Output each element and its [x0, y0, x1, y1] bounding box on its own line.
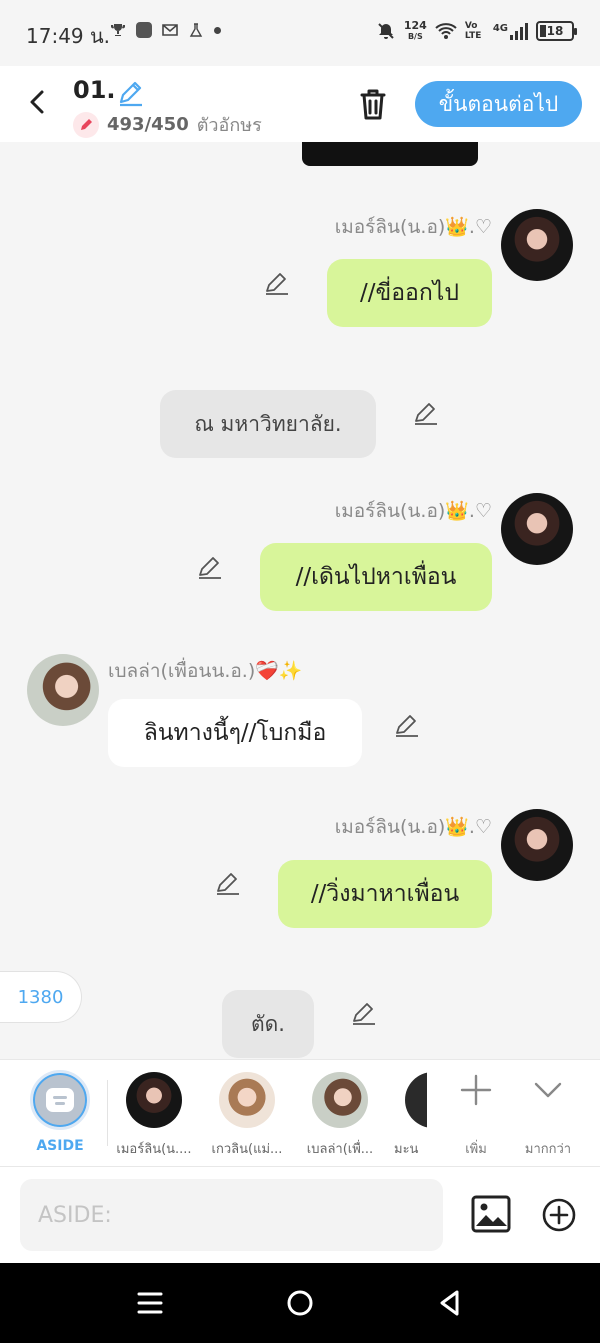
message-sender: เบลล่า(เพื่อนน.อ.)❤️‍🩹✨ [108, 660, 303, 682]
character-label: เกวลิน(แม่... [211, 1142, 283, 1157]
signal-bar [515, 30, 518, 40]
notification-icons [110, 22, 221, 38]
message-sender: เมอร์ลิน(น.อ)👑.♡ [334, 500, 492, 522]
narration-bubble[interactable]: ตัด. [222, 990, 314, 1058]
app-header: 01. 493/450 ตัวอักษร ขั้นตอนต่อไป [0, 66, 600, 142]
avatar[interactable] [501, 809, 573, 881]
edit-message-icon[interactable] [412, 399, 440, 427]
edit-message-icon[interactable] [214, 869, 242, 897]
edit-message-icon[interactable] [393, 711, 421, 739]
divider [107, 1080, 108, 1146]
char-unit: ตัวอักษร [196, 115, 262, 136]
status-bar: 17:49 น. 124 B/S Vo LTE 4G 18 [0, 0, 600, 66]
flask-icon [189, 23, 203, 37]
signal-bar [525, 22, 528, 40]
character-avatar[interactable] [405, 1072, 427, 1128]
character-label: มะน [394, 1142, 419, 1157]
system-nav-bar [0, 1263, 600, 1343]
system-indicators: 124 B/S Vo LTE 4G 18 [376, 19, 577, 42]
volte-indicator: Vo LTE [464, 21, 482, 41]
next-step-button[interactable]: ขั้นตอนต่อไป [415, 81, 582, 127]
avatar[interactable] [27, 654, 99, 726]
previous-image-card[interactable] [302, 142, 478, 166]
edit-message-icon[interactable] [263, 269, 291, 297]
aside-label: ASIDE [36, 1138, 84, 1154]
chat-area[interactable]: เมอร์ลิน(น.อ)👑.♡ //ขี่ออกไป ณ มหาวิทยาลั… [0, 142, 600, 1059]
avatar[interactable] [501, 493, 573, 565]
battery-indicator: 18 [536, 21, 577, 41]
gmail-icon [162, 24, 178, 36]
message-sender: เมอร์ลิน(น.อ)👑.♡ [334, 816, 492, 838]
message-input[interactable] [20, 1179, 443, 1251]
message-bubble[interactable]: //เดินไปหาเพื่อน [260, 543, 492, 611]
message-bubble[interactable]: //วิ่งมาหาเพื่อน [278, 860, 492, 928]
character-selector: ASIDE เมอร์ลิน(น.... เกวลิน(แม่... เบลล่… [0, 1059, 600, 1167]
signal-bar [520, 26, 523, 40]
edit-title-icon[interactable] [116, 78, 146, 108]
chevron-down-icon[interactable] [528, 1070, 568, 1110]
character-avatar[interactable] [126, 1072, 182, 1128]
trophy-icon [111, 24, 125, 36]
net-speed: 124 B/S [403, 19, 427, 41]
char-counter: 493/450 ตัวอักษร [73, 110, 262, 139]
image-icon[interactable] [471, 1195, 511, 1233]
message-bubble[interactable]: //ขี่ออกไป [327, 259, 492, 327]
edit-message-icon[interactable] [350, 999, 378, 1027]
message-bubble[interactable]: ลินทางนี้ๆ//โบกมือ [108, 699, 362, 767]
add-character-icon[interactable] [456, 1070, 496, 1110]
mute-icon [378, 23, 394, 39]
back-triangle-icon[interactable] [434, 1287, 466, 1319]
home-icon[interactable] [284, 1287, 316, 1319]
recent-apps-icon[interactable] [134, 1287, 166, 1319]
add-circle-icon[interactable] [541, 1197, 577, 1233]
trash-icon[interactable] [356, 86, 390, 122]
page-title: 01. [73, 76, 116, 104]
character-avatar[interactable] [312, 1072, 368, 1128]
character-avatar[interactable] [219, 1072, 275, 1128]
pencil-badge-icon [73, 111, 99, 138]
aside-icon [46, 1088, 74, 1112]
wifi-icon [435, 23, 457, 39]
message-sender: เมอร์ลิน(น.อ)👑.♡ [334, 216, 492, 238]
character-label: เมอร์ลิน(น.... [116, 1142, 192, 1157]
app-square-icon [136, 22, 152, 38]
add-label: เพิ่ม [465, 1142, 487, 1157]
avatar[interactable] [501, 209, 573, 281]
char-count: 493/450 [107, 114, 189, 135]
edit-message-icon[interactable] [196, 553, 224, 581]
narration-bubble[interactable]: ณ มหาวิทยาลัย. [160, 390, 376, 458]
signal-bar [510, 34, 513, 40]
more-notifications-dot [214, 26, 221, 34]
character-label: เบลล่า(เพื่... [306, 1142, 374, 1157]
signal-indicator: 4G [493, 22, 528, 40]
more-label: มากกว่า [524, 1142, 572, 1157]
status-time: 17:49 น. [26, 24, 111, 48]
aside-chip[interactable] [30, 1070, 90, 1130]
back-arrow-icon[interactable] [20, 84, 56, 120]
message-count-badge[interactable]: 1380 [0, 971, 82, 1023]
input-bar [0, 1167, 600, 1263]
